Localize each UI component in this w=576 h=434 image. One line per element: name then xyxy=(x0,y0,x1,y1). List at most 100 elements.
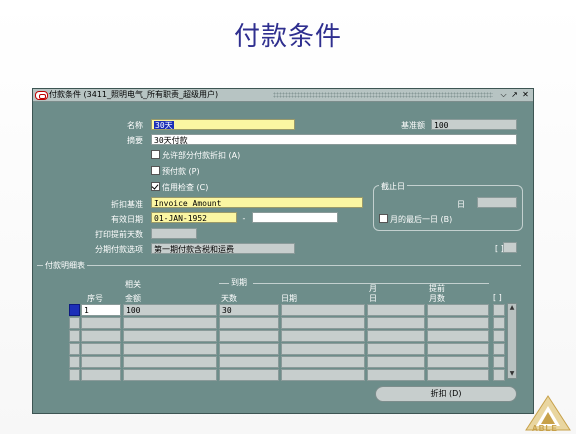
months-ahead-cell[interactable] xyxy=(427,369,489,381)
amount-cell[interactable]: 100 xyxy=(123,304,217,316)
seq-cell[interactable] xyxy=(81,369,121,381)
date-cell[interactable] xyxy=(281,356,365,368)
amount-cell[interactable] xyxy=(123,317,217,329)
schedule-section-title: 付款明细表 xyxy=(43,260,87,271)
scroll-up-icon[interactable]: ▲ xyxy=(508,304,516,312)
installment-options-label: 分期付款选项 xyxy=(95,245,143,254)
due-group-line-left xyxy=(219,283,229,284)
checkbox-box xyxy=(151,166,160,175)
discount-basis-field[interactable]: Invoice Amount xyxy=(151,197,363,208)
day-of-month-cell[interactable] xyxy=(367,304,425,316)
row-indicator[interactable] xyxy=(69,330,80,342)
base-amount-label: 基准额 xyxy=(401,121,425,130)
day-of-month-cell[interactable] xyxy=(367,317,425,329)
amount-cell[interactable] xyxy=(123,356,217,368)
checkbox-checked-icon xyxy=(151,182,160,191)
print-lead-days-field[interactable] xyxy=(151,228,197,239)
effective-dates-label: 有效日期 xyxy=(111,215,143,224)
seq-cell[interactable]: 1 xyxy=(81,304,121,316)
name-field[interactable]: 30天 xyxy=(151,119,295,130)
cutoff-day-label: 日 xyxy=(457,200,465,209)
payment-terms-window: 付款条件 (3411_照明电气_所有职责_超级用户) ⌵ ↗ ✕ 名称 30天 … xyxy=(32,88,534,414)
months-ahead-cell[interactable] xyxy=(427,304,489,316)
allow-partial-discount-checkbox[interactable]: 允许部分付款折扣 (A) xyxy=(151,150,240,161)
days-cell[interactable]: 30 xyxy=(219,304,279,316)
row-flexfield-cell[interactable] xyxy=(493,304,505,316)
date-cell[interactable] xyxy=(281,343,365,355)
row-flexfield-cell[interactable] xyxy=(493,356,505,368)
scroll-down-icon[interactable]: ▼ xyxy=(508,370,516,378)
checkbox-box xyxy=(379,214,388,223)
effective-to-field[interactable] xyxy=(252,212,338,223)
months-ahead-cell[interactable] xyxy=(427,317,489,329)
window-titlebar[interactable]: 付款条件 (3411_照明电气_所有职责_超级用户) ⌵ ↗ ✕ xyxy=(33,89,533,102)
flexfield-bracket: [ ] xyxy=(495,244,504,253)
seq-cell[interactable] xyxy=(81,330,121,342)
days-header: 天数 xyxy=(221,294,237,303)
row-flexfield-cell[interactable] xyxy=(493,343,505,355)
description-label: 摘要 xyxy=(127,136,143,145)
prepayment-checkbox[interactable]: 预付款 (P) xyxy=(151,166,200,177)
cutoff-day-title: 截止日 xyxy=(379,181,407,192)
row-indicator[interactable] xyxy=(69,356,80,368)
days-cell[interactable] xyxy=(219,317,279,329)
date-header: 日期 xyxy=(281,294,297,303)
credit-check-checkbox[interactable]: 信用检查 (C) xyxy=(151,182,208,193)
schedule-scrollbar[interactable]: ▲ ▼ xyxy=(507,303,517,379)
seq-cell[interactable] xyxy=(81,317,121,329)
row-flexfield-cell[interactable] xyxy=(493,369,505,381)
days-cell[interactable] xyxy=(219,343,279,355)
minimize-icon[interactable]: ⌵ xyxy=(499,90,508,99)
window-title: 付款条件 (3411_照明电气_所有职责_超级用户) xyxy=(49,90,219,99)
slide-title: 付款条件 xyxy=(233,22,342,52)
discount-basis-label: 折扣基准 xyxy=(111,200,143,209)
effective-from-field[interactable]: 01-JAN-1952 xyxy=(151,212,237,223)
section-divider xyxy=(37,265,521,266)
row-flexfield-cell[interactable] xyxy=(493,317,505,329)
seq-header: 序号 xyxy=(87,294,103,303)
amount-cell[interactable] xyxy=(123,343,217,355)
seq-cell[interactable] xyxy=(81,343,121,355)
base-amount-field[interactable]: 100 xyxy=(431,119,517,130)
day-of-month-cell[interactable] xyxy=(367,343,425,355)
description-field[interactable]: 30天付款 xyxy=(151,134,517,145)
months-ahead-header: 月数 xyxy=(429,294,445,303)
months-ahead-cell[interactable] xyxy=(427,343,489,355)
close-icon[interactable]: ✕ xyxy=(521,90,530,99)
row-indicator[interactable] xyxy=(69,304,80,316)
checkbox-box xyxy=(151,150,160,159)
installment-options-field[interactable]: 第一期付款含税和运费 xyxy=(151,243,295,254)
maximize-icon[interactable]: ↗ xyxy=(510,90,519,99)
row-flexfield-cell[interactable] xyxy=(493,330,505,342)
months-ahead-cell[interactable] xyxy=(427,330,489,342)
last-day-of-month-checkbox[interactable]: 月的最后一日 (B) xyxy=(379,214,452,225)
months-ahead-cell[interactable] xyxy=(427,356,489,368)
date-cell[interactable] xyxy=(281,369,365,381)
date-cell[interactable] xyxy=(281,304,365,316)
day-of-month-cell[interactable] xyxy=(367,356,425,368)
seq-cell[interactable] xyxy=(81,356,121,368)
oracle-icon xyxy=(35,91,48,100)
date-cell[interactable] xyxy=(281,317,365,329)
days-cell[interactable] xyxy=(219,356,279,368)
date-cell[interactable] xyxy=(281,330,365,342)
amount-cell[interactable] xyxy=(123,330,217,342)
relative-amount-header-top: 相关 xyxy=(125,280,141,289)
days-cell[interactable] xyxy=(219,369,279,381)
amount-cell[interactable] xyxy=(123,369,217,381)
day-of-month-cell[interactable] xyxy=(367,369,425,381)
print-lead-days-label: 打印提前天数 xyxy=(95,230,143,239)
cutoff-day-field[interactable] xyxy=(477,197,517,208)
day-of-month-header: 日 xyxy=(369,294,377,303)
discount-button[interactable]: 折扣 (D) xyxy=(375,386,517,402)
name-label: 名称 xyxy=(127,121,143,130)
date-separator: - xyxy=(242,214,246,223)
due-group-header: 到期 xyxy=(231,278,247,287)
row-indicator[interactable] xyxy=(69,317,80,329)
days-cell[interactable] xyxy=(219,330,279,342)
logo-text: ABLE xyxy=(532,424,558,433)
titlebar-grip xyxy=(273,92,493,98)
row-indicator[interactable] xyxy=(69,343,80,355)
day-of-month-cell[interactable] xyxy=(367,330,425,342)
row-indicator[interactable] xyxy=(69,369,80,381)
